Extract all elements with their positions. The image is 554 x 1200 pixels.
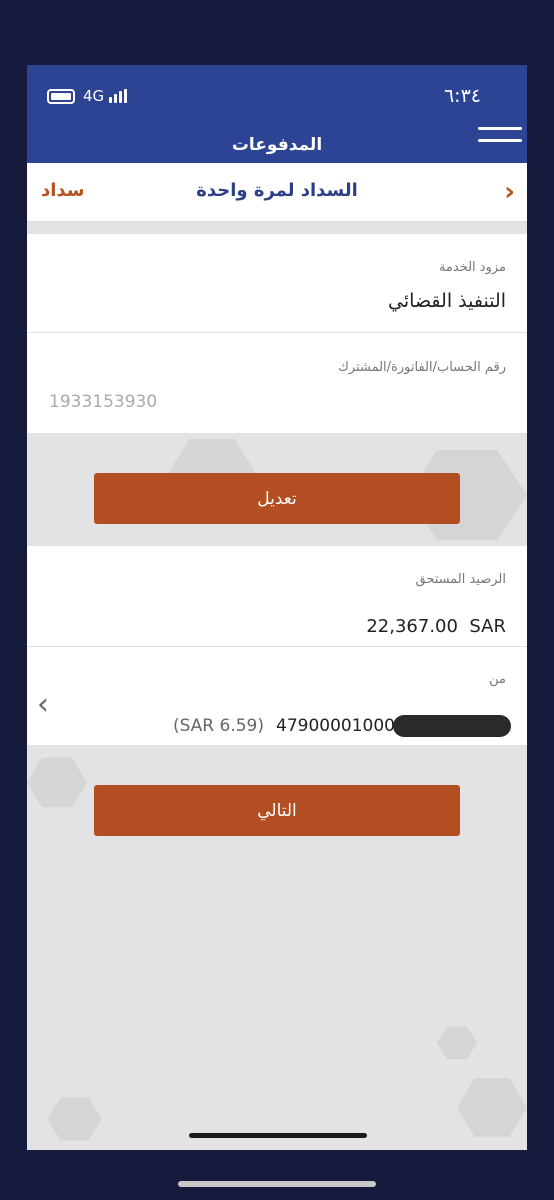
account-balance: (SAR 6.59) — [172, 716, 265, 736]
service-provider-label: مزود الخدمة — [438, 260, 506, 275]
due-balance-amount: 22,367.00 SAR — [366, 616, 506, 637]
phone-screen: 4G ٦:٣٤ المدفوعات › السداد لمرة واحدة سد… — [27, 65, 527, 1150]
from-label: من — [489, 672, 506, 687]
from-account-section[interactable]: من ‹ (SAR 6.59) 47900001000 — [27, 647, 527, 745]
service-provider-section[interactable]: مزود الخدمة التنفيذ القضائي — [27, 234, 527, 332]
signal-icon — [109, 89, 129, 103]
amount-value: 22,367.00 — [366, 616, 458, 637]
currency-code: SAR — [469, 616, 506, 637]
account-reference-section[interactable]: رقم الحساب/الفاتورة/المشترك 1933153930 — [27, 333, 527, 433]
sub-page-title: السداد لمرة واحدة — [196, 180, 358, 201]
app-header: 4G ٦:٣٤ المدفوعات — [27, 65, 527, 163]
sub-navigation-bar: › السداد لمرة واحدة سداد — [27, 163, 527, 222]
page-title: المدفوعات — [231, 135, 323, 155]
status-time: ٦:٣٤ — [443, 85, 481, 107]
next-button[interactable]: التالي — [94, 785, 460, 836]
background-hexagon — [47, 1097, 102, 1141]
account-number: 47900001000 — [276, 716, 395, 736]
network-label: 4G — [83, 87, 105, 105]
background-hexagon — [437, 1026, 477, 1060]
battery-icon — [47, 88, 75, 104]
account-reference-input[interactable]: 1933153930 — [49, 392, 157, 412]
system-home-bar — [178, 1181, 376, 1187]
due-balance-label: الرصيد المستحق — [415, 572, 506, 587]
from-account-value: (SAR 6.59) 47900001000 — [173, 715, 511, 737]
status-indicators: 4G — [47, 87, 129, 105]
service-provider-value: التنفيذ القضائي — [388, 290, 506, 312]
due-balance-section: الرصيد المستحق 22,367.00 SAR — [27, 546, 527, 646]
background-hexagon — [27, 757, 87, 808]
home-indicator — [189, 1133, 367, 1138]
redacted-account-digits — [393, 715, 511, 737]
sadad-brand-label: سداد — [41, 180, 85, 201]
account-reference-label: رقم الحساب/الفاتورة/المشترك — [338, 360, 506, 375]
edit-button[interactable]: تعديل — [94, 473, 460, 524]
chevron-left-icon[interactable]: ‹ — [37, 687, 49, 722]
background-hexagon — [457, 1078, 527, 1137]
